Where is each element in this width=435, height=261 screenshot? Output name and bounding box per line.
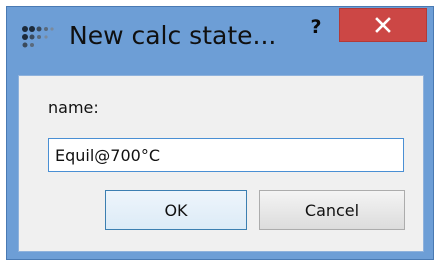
close-button[interactable] [339, 8, 427, 42]
name-label: name: [48, 98, 99, 117]
help-button[interactable]: ? [305, 15, 327, 39]
dialog-body: name: OK Cancel [18, 75, 424, 252]
ok-button[interactable]: OK [105, 190, 247, 230]
close-icon [375, 17, 391, 33]
window-title: New calc state... [69, 21, 277, 50]
name-input[interactable] [48, 138, 404, 172]
cancel-button[interactable]: Cancel [259, 190, 405, 230]
dialog-window: New calc state... ? name: OK Cancel [6, 6, 434, 260]
dots-grid-icon [22, 26, 54, 48]
title-bar[interactable]: New calc state... ? [7, 7, 433, 67]
